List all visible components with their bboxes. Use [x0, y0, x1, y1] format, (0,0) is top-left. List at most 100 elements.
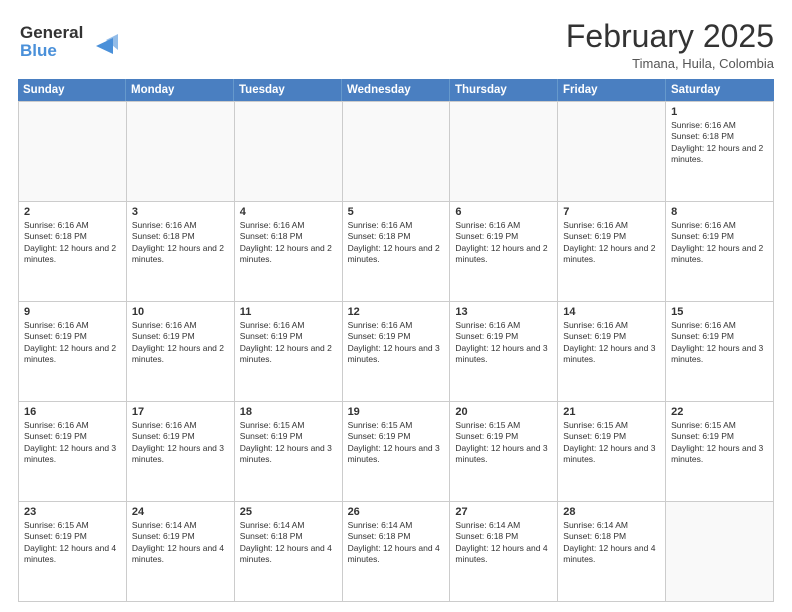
day-cell: 22 Sunrise: 6:15 AM Sunset: 6:19 PM Dayli… — [666, 402, 774, 501]
day-cell: 21Sunrise: 6:15 AM Sunset: 6:19 PM Dayli… — [558, 402, 666, 501]
day-info: Sunrise: 6:15 AM Sunset: 6:19 PM Dayligh… — [24, 520, 121, 566]
day-info: Sunrise: 6:16 AM Sunset: 6:18 PM Dayligh… — [24, 220, 121, 266]
calendar-header: Sunday Monday Tuesday Wednesday Thursday… — [18, 79, 774, 101]
day-cell: 4 Sunrise: 6:16 AM Sunset: 6:18 PM Daylig… — [235, 202, 343, 301]
day-cell: 7 Sunrise: 6:16 AM Sunset: 6:19 PM Daylig… — [558, 202, 666, 301]
day-number: 28 — [563, 506, 660, 518]
day-cell: 10 Sunrise: 6:16 AM Sunset: 6:19 PM Dayli… — [127, 302, 235, 401]
day-number: 27 — [455, 506, 552, 518]
day-number: 19 — [348, 406, 445, 418]
day-info: Sunrise: 6:15 AM Sunset: 6:19 PM Dayligh… — [240, 420, 337, 466]
week-5: 23 Sunrise: 6:15 AM Sunset: 6:19 PM Dayli… — [19, 502, 774, 602]
header-thursday: Thursday — [450, 79, 558, 101]
day-info: Sunrise: 6:16 AM Sunset: 6:18 PM Dayligh… — [240, 220, 337, 266]
day-number: 14 — [563, 306, 660, 318]
day-cell: 26 Sunrise: 6:14 AM Sunset: 6:18 PM Dayli… — [343, 502, 451, 601]
day-info: Sunrise: 6:16 AM Sunset: 6:18 PM Dayligh… — [348, 220, 445, 266]
day-cell — [450, 102, 558, 201]
day-number: 10 — [132, 306, 229, 318]
day-cell: 8Sunrise: 6:16 AM Sunset: 6:19 PM Daylig… — [666, 202, 774, 301]
day-info: Sunrise: 6:14 AM Sunset: 6:19 PM Dayligh… — [132, 520, 229, 566]
day-cell: 23 Sunrise: 6:15 AM Sunset: 6:19 PM Dayli… — [19, 502, 127, 601]
day-cell — [558, 102, 666, 201]
day-cell: 18 Sunrise: 6:15 AM Sunset: 6:19 PM Dayli… — [235, 402, 343, 501]
day-info: Sunrise: 6:16 AM Sunset: 6:19 PM Dayligh… — [348, 320, 445, 366]
svg-text:General: General — [20, 23, 83, 42]
day-info: Sunrise: 6:15 AM Sunset: 6:19 PM Dayligh… — [563, 420, 660, 466]
day-info: Sunrise: 6:14 AM Sunset: 6:18 PM Dayligh… — [240, 520, 337, 566]
day-cell: 19 Sunrise: 6:15 AM Sunset: 6:19 PM Dayli… — [343, 402, 451, 501]
day-info: Sunrise: 6:16 AM Sunset: 6:19 PM Dayligh… — [455, 320, 552, 366]
day-number: 5 — [348, 206, 445, 218]
day-cell: 20Sunrise: 6:15 AM Sunset: 6:19 PM Dayli… — [450, 402, 558, 501]
day-cell: 28 Sunrise: 6:14 AM Sunset: 6:18 PM Dayli… — [558, 502, 666, 601]
day-cell: 2 Sunrise: 6:16 AM Sunset: 6:18 PM Daylig… — [19, 202, 127, 301]
day-number: 16 — [24, 406, 121, 418]
day-info: Sunrise: 6:16 AM Sunset: 6:19 PM Dayligh… — [24, 420, 121, 466]
day-cell: 15Sunrise: 6:16 AM Sunset: 6:19 PM Dayli… — [666, 302, 774, 401]
day-number: 1 — [671, 106, 768, 118]
day-cell: 11Sunrise: 6:16 AM Sunset: 6:19 PM Dayli… — [235, 302, 343, 401]
week-4: 16 Sunrise: 6:16 AM Sunset: 6:19 PM Dayli… — [19, 402, 774, 502]
day-number: 22 — [671, 406, 768, 418]
svg-text:Blue: Blue — [20, 41, 57, 60]
day-number: 3 — [132, 206, 229, 218]
day-info: Sunrise: 6:16 AM Sunset: 6:19 PM Dayligh… — [563, 320, 660, 366]
day-number: 17 — [132, 406, 229, 418]
day-info: Sunrise: 6:14 AM Sunset: 6:18 PM Dayligh… — [348, 520, 445, 566]
logo: General Blue — [18, 18, 128, 67]
day-cell: 3 Sunrise: 6:16 AM Sunset: 6:18 PM Daylig… — [127, 202, 235, 301]
page: General Blue February 2025 Timana, Huila… — [0, 0, 792, 612]
day-number: 4 — [240, 206, 337, 218]
day-info: Sunrise: 6:16 AM Sunset: 6:18 PM Dayligh… — [132, 220, 229, 266]
day-number: 13 — [455, 306, 552, 318]
location: Timana, Huila, Colombia — [566, 56, 774, 71]
title-section: February 2025 Timana, Huila, Colombia — [566, 18, 774, 71]
day-number: 15 — [671, 306, 768, 318]
day-info: Sunrise: 6:15 AM Sunset: 6:19 PM Dayligh… — [671, 420, 768, 466]
day-info: Sunrise: 6:14 AM Sunset: 6:18 PM Dayligh… — [455, 520, 552, 566]
day-cell: 14 Sunrise: 6:16 AM Sunset: 6:19 PM Dayli… — [558, 302, 666, 401]
month-title: February 2025 — [566, 18, 774, 55]
day-number: 26 — [348, 506, 445, 518]
week-3: 9 Sunrise: 6:16 AM Sunset: 6:19 PM Daylig… — [19, 302, 774, 402]
day-info: Sunrise: 6:15 AM Sunset: 6:19 PM Dayligh… — [455, 420, 552, 466]
day-number: 2 — [24, 206, 121, 218]
day-cell — [19, 102, 127, 201]
day-info: Sunrise: 6:14 AM Sunset: 6:18 PM Dayligh… — [563, 520, 660, 566]
logo-svg: General Blue — [18, 18, 128, 62]
day-number: 9 — [24, 306, 121, 318]
week-1: 1Sunrise: 6:16 AM Sunset: 6:18 PM Daylig… — [19, 102, 774, 202]
day-cell — [666, 502, 774, 601]
day-info: Sunrise: 6:16 AM Sunset: 6:19 PM Dayligh… — [132, 420, 229, 466]
header-sunday: Sunday — [18, 79, 126, 101]
day-cell: 12 Sunrise: 6:16 AM Sunset: 6:19 PM Dayli… — [343, 302, 451, 401]
day-info: Sunrise: 6:16 AM Sunset: 6:19 PM Dayligh… — [24, 320, 121, 366]
day-info: Sunrise: 6:16 AM Sunset: 6:19 PM Dayligh… — [563, 220, 660, 266]
day-cell: 27 Sunrise: 6:14 AM Sunset: 6:18 PM Dayli… — [450, 502, 558, 601]
day-cell — [127, 102, 235, 201]
header-wednesday: Wednesday — [342, 79, 450, 101]
day-number: 18 — [240, 406, 337, 418]
header-friday: Friday — [558, 79, 666, 101]
header-monday: Monday — [126, 79, 234, 101]
day-cell — [235, 102, 343, 201]
day-info: Sunrise: 6:16 AM Sunset: 6:19 PM Dayligh… — [132, 320, 229, 366]
day-cell: 25 Sunrise: 6:14 AM Sunset: 6:18 PM Dayli… — [235, 502, 343, 601]
day-cell: 24Sunrise: 6:14 AM Sunset: 6:19 PM Dayli… — [127, 502, 235, 601]
day-cell: 13 Sunrise: 6:16 AM Sunset: 6:19 PM Dayli… — [450, 302, 558, 401]
day-number: 11 — [240, 306, 337, 318]
day-number: 25 — [240, 506, 337, 518]
day-number: 23 — [24, 506, 121, 518]
header-tuesday: Tuesday — [234, 79, 342, 101]
day-number: 6 — [455, 206, 552, 218]
calendar-body: 1 Sunrise: 6:16 AM Sunset: 6:18 PM Daylig… — [18, 101, 774, 602]
day-number: 7 — [563, 206, 660, 218]
calendar: Sunday Monday Tuesday Wednesday Thursday… — [18, 79, 774, 602]
day-number: 12 — [348, 306, 445, 318]
day-cell: 6Sunrise: 6:16 AM Sunset: 6:19 PM Daylig… — [450, 202, 558, 301]
day-cell: 16 Sunrise: 6:16 AM Sunset: 6:19 PM Dayli… — [19, 402, 127, 501]
header: General Blue February 2025 Timana, Huila… — [18, 18, 774, 71]
day-info: Sunrise: 6:15 AM Sunset: 6:19 PM Dayligh… — [348, 420, 445, 466]
day-cell: 17 Sunrise: 6:16 AM Sunset: 6:19 PM Dayli… — [127, 402, 235, 501]
